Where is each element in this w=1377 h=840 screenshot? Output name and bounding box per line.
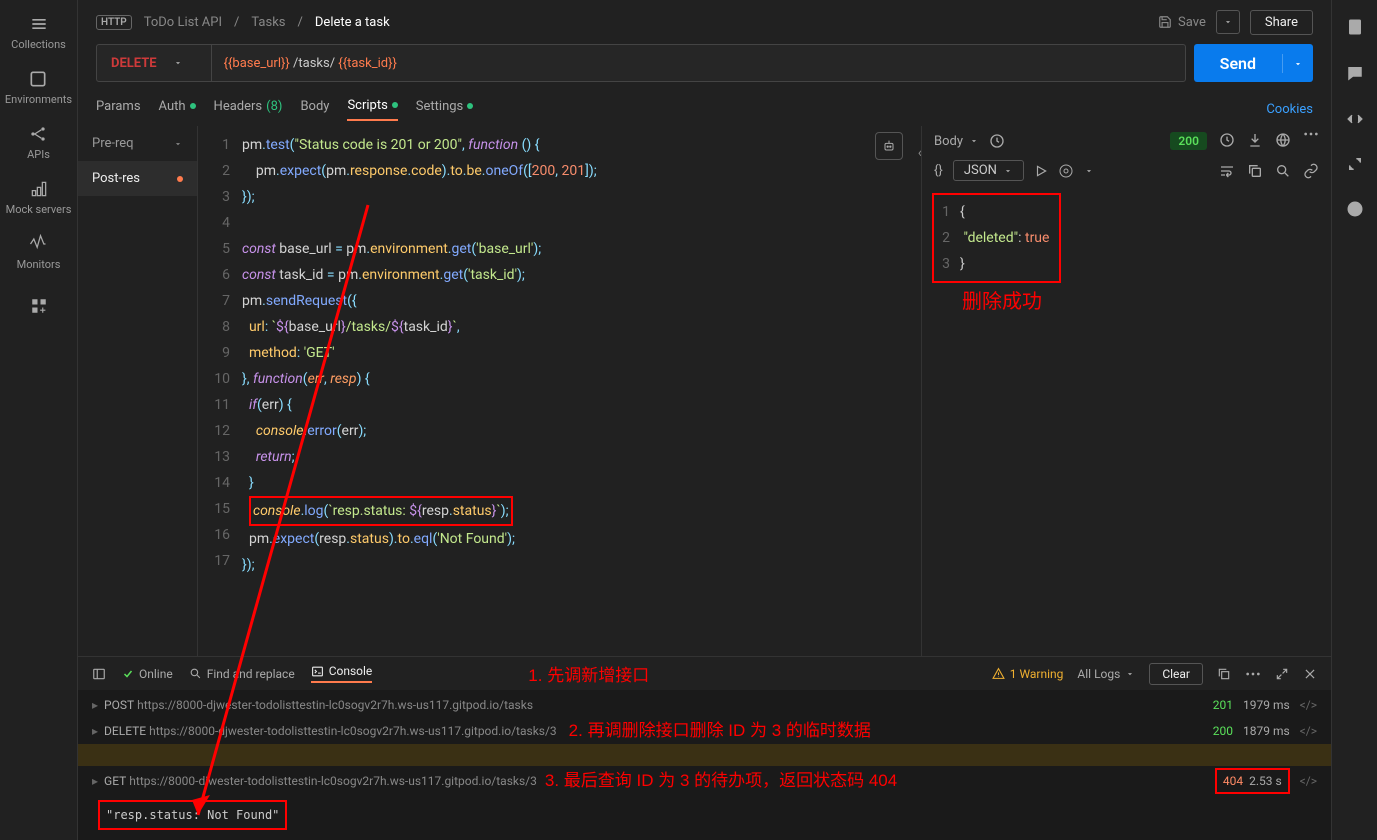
dot-icon [392, 102, 398, 108]
response-body[interactable]: 1{ 2 "deleted": true 3} 删除成功 [922, 185, 1331, 656]
status-bar: Online Find and replace Console 1. 先调新增接… [78, 656, 1331, 690]
crumb-current: Delete a task [315, 15, 390, 30]
status-code: 200 [1170, 132, 1207, 150]
dot-icon [467, 103, 473, 109]
log-filter[interactable]: All Logs [1077, 667, 1135, 681]
search-icon[interactable] [1275, 163, 1291, 179]
nav-monitors[interactable]: Monitors [17, 234, 61, 271]
online-status[interactable]: Online [122, 667, 173, 681]
code-editor[interactable]: 1234567891011121314151617 pm.test("Statu… [198, 126, 921, 656]
copy-icon[interactable] [1217, 667, 1231, 681]
nav-label: APIs [27, 148, 50, 161]
console-row-highlighted[interactable] [78, 744, 1331, 766]
visualize-icon[interactable] [1058, 163, 1074, 179]
console-row[interactable]: ▸ GET https://8000-djwester-todolisttest… [78, 766, 1331, 796]
crumb-folder[interactable]: Tasks [251, 15, 285, 30]
main-column: HTTP ToDo List API / Tasks / Delete a ta… [78, 0, 1331, 840]
more-icon[interactable] [1245, 672, 1261, 676]
save-dropdown[interactable] [1216, 10, 1240, 34]
close-icon[interactable] [1303, 667, 1317, 681]
console-row[interactable]: ▸ DELETE https://8000-djwester-todolistt… [78, 718, 1331, 744]
nav-label: Mock servers [6, 203, 72, 216]
chevron-down-icon[interactable] [1084, 166, 1094, 176]
nav-label: Environments [5, 93, 72, 106]
nav-mock[interactable]: Mock servers [6, 179, 72, 216]
nav-label: Monitors [17, 258, 61, 271]
globe-icon[interactable] [1275, 132, 1291, 148]
annotation-2: 2. 再调删除接口删除 ID 为 3 的临时数据 [569, 720, 871, 742]
tab-headers[interactable]: Headers (8) [214, 99, 283, 120]
tab-prereq[interactable]: Pre-req [78, 126, 197, 161]
clear-button[interactable]: Clear [1149, 663, 1203, 685]
crumb-collection[interactable]: ToDo List API [144, 15, 222, 30]
tab-scripts[interactable]: Scripts [347, 98, 397, 121]
tab-auth[interactable]: Auth [159, 99, 196, 120]
response-highlight: 1{ 2 "deleted": true 3} [932, 193, 1061, 283]
line-gutter: 1234567891011121314151617 [198, 126, 242, 656]
tab-body[interactable]: Body [300, 99, 329, 120]
download-icon[interactable] [1247, 132, 1263, 148]
ai-assist-button[interactable] [875, 132, 903, 160]
topbar: HTTP ToDo List API / Tasks / Delete a ta… [78, 0, 1331, 44]
clock-icon[interactable] [1219, 132, 1235, 148]
send-button-group: Send [1194, 44, 1313, 82]
console-panel: ▸ POST https://8000-djwester-todolisttes… [78, 690, 1331, 840]
right-rail [1331, 0, 1377, 840]
info-icon[interactable] [1346, 200, 1364, 218]
console-tab[interactable]: Console [311, 664, 373, 683]
annotation-success: 删除成功 [932, 283, 1321, 315]
code-icon[interactable] [1346, 110, 1364, 128]
format-select[interactable]: JSON [953, 160, 1024, 181]
nav-apis[interactable]: APIs [27, 124, 50, 161]
find-replace[interactable]: Find and replace [189, 667, 295, 681]
warning-badge[interactable]: 1 Warning [992, 667, 1064, 681]
annotation-1: 1. 先调新增接口 [528, 661, 649, 686]
sidebar-toggle[interactable] [92, 667, 106, 681]
method-select[interactable]: DELETE [97, 45, 212, 81]
response-panel: Body 200 {} JSON [921, 126, 1331, 656]
url-row: DELETE {{base_url}} /tasks/ {{task_id}} … [78, 44, 1331, 92]
wrap-icon[interactable] [1219, 163, 1235, 179]
send-button[interactable]: Send [1194, 54, 1282, 73]
script-type-tabs: Pre-req Post-res [78, 126, 198, 656]
nav-collections[interactable]: Collections [11, 14, 66, 51]
comments-icon[interactable] [1346, 64, 1364, 82]
cookies-link[interactable]: Cookies [1266, 102, 1313, 117]
expand-icon[interactable] [1347, 156, 1363, 172]
left-rail: Collections Environments APIs Mock serve… [0, 0, 78, 840]
nav-environments[interactable]: Environments [5, 69, 72, 106]
tab-settings[interactable]: Settings [416, 99, 473, 120]
console-row[interactable]: ▸ POST https://8000-djwester-todolisttes… [78, 692, 1331, 718]
collapse-panel-icon[interactable]: ‹ [918, 140, 921, 166]
nav-label: Collections [11, 38, 66, 51]
link-icon[interactable] [1303, 163, 1319, 179]
history-icon[interactable] [989, 133, 1005, 149]
request-tabs: Params Auth Headers (8) Body Scripts Set… [78, 92, 1331, 126]
console-output-highlight: "resp.status: Not Found" [98, 800, 287, 830]
tab-params[interactable]: Params [96, 99, 141, 120]
http-badge: HTTP [96, 15, 132, 30]
copy-icon[interactable] [1247, 163, 1263, 179]
dot-icon [190, 103, 196, 109]
docs-icon[interactable] [1346, 18, 1364, 36]
url-input[interactable]: {{base_url}} /tasks/ {{task_id}} [212, 56, 1185, 71]
tab-postres[interactable]: Post-res [78, 161, 197, 196]
mid-row: Pre-req Post-res 12345678910111213141516… [78, 126, 1331, 656]
more-icon[interactable] [1303, 132, 1319, 136]
send-dropdown[interactable] [1282, 54, 1313, 73]
code-body[interactable]: pm.test("Status code is 201 or 200", fun… [242, 126, 921, 656]
dot-icon [177, 176, 183, 182]
response-body-tab[interactable]: Body [934, 134, 979, 149]
highlighted-line: console.log(`resp.status: ${resp.status}… [249, 496, 513, 526]
share-button[interactable]: Share [1250, 10, 1313, 35]
save-button[interactable]: Save [1158, 15, 1206, 30]
nav-more[interactable] [30, 297, 48, 315]
expand-icon[interactable] [1275, 667, 1289, 681]
stats-highlight: 404 2.53 s [1215, 768, 1290, 794]
annotation-3: 3. 最后查询 ID 为 3 的待办项，返回状态码 404 [545, 770, 897, 792]
play-icon[interactable] [1034, 164, 1048, 178]
